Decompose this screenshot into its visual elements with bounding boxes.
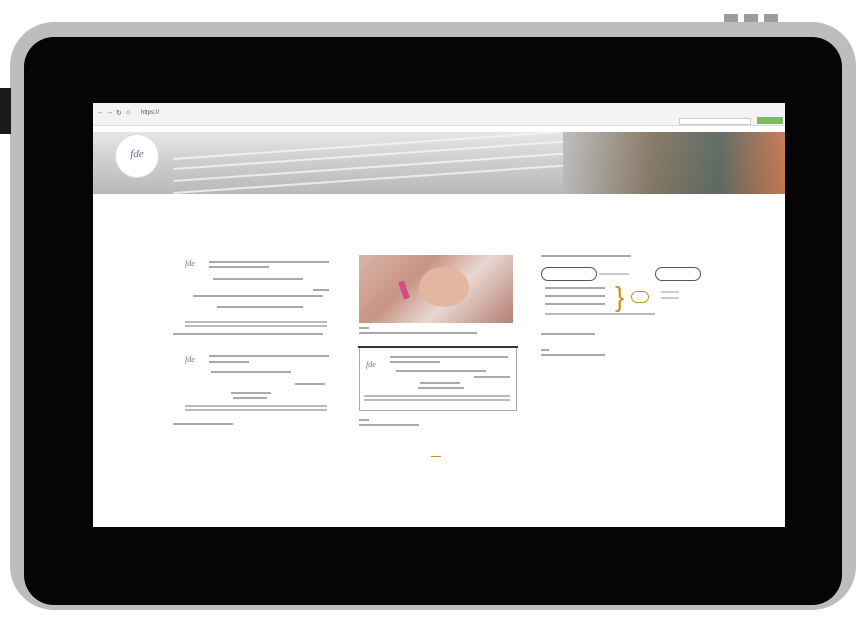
text-line <box>231 392 271 394</box>
article-logo: fde <box>185 355 195 364</box>
text-line <box>418 387 464 389</box>
article-logo: fde <box>185 259 195 268</box>
text-line <box>209 355 329 357</box>
article-photo[interactable] <box>359 255 513 323</box>
text-line <box>185 409 327 411</box>
site-logo[interactable]: fde <box>115 134 159 178</box>
text-line <box>390 361 440 363</box>
banner-photo <box>563 132 785 194</box>
text-line <box>193 295 323 297</box>
article-logo: fde <box>366 360 376 369</box>
text-line <box>359 419 369 421</box>
home-icon[interactable]: ⌂ <box>126 109 130 116</box>
text-line <box>359 332 477 334</box>
text-line <box>541 255 631 257</box>
diagram-node <box>655 267 701 281</box>
text-line <box>209 361 249 363</box>
diagram-figure[interactable]: } <box>541 255 701 325</box>
text-line <box>364 399 510 401</box>
text-line <box>209 261 329 263</box>
text-line <box>661 291 679 293</box>
diagram-connector <box>599 273 629 275</box>
diagram-brace: } <box>615 281 625 312</box>
text-line <box>185 325 327 327</box>
article-card: fde <box>358 346 518 411</box>
tablet-top-buttons <box>724 14 778 22</box>
text-line <box>545 303 605 305</box>
text-line <box>396 370 486 372</box>
tablet-screen: ← → ↻ ⌂ https:// fde fde fde fde} <box>93 103 785 527</box>
text-line <box>364 395 510 397</box>
text-line <box>545 313 655 315</box>
text-line <box>541 354 605 356</box>
text-line <box>209 266 269 268</box>
address-bar[interactable]: https:// <box>141 110 159 116</box>
search-button[interactable] <box>757 117 783 124</box>
text-line <box>185 321 327 323</box>
text-line <box>545 295 605 297</box>
text-line <box>173 423 233 425</box>
banner-stripe <box>173 164 573 194</box>
tablet-side-button <box>0 88 11 134</box>
diagram-node <box>541 267 597 281</box>
text-line <box>217 306 303 308</box>
text-line <box>233 397 267 399</box>
text-line <box>545 287 605 289</box>
text-line <box>211 371 291 373</box>
text-line <box>474 376 510 378</box>
reload-icon[interactable]: ↻ <box>116 109 122 117</box>
text-line <box>541 333 595 335</box>
text-line <box>390 356 508 358</box>
browser-toolbar: ← → ↻ ⌂ https:// <box>93 103 785 126</box>
tablet-button <box>744 14 758 22</box>
photo-pen <box>398 280 410 300</box>
header-banner: fde <box>93 132 785 194</box>
text-line <box>541 349 549 351</box>
text-line <box>185 405 327 407</box>
photo-subject <box>419 267 469 307</box>
diagram-node <box>631 291 649 303</box>
text-line <box>359 424 419 426</box>
search-input[interactable] <box>679 118 751 125</box>
text-line <box>295 383 325 385</box>
back-icon[interactable]: ← <box>97 109 104 116</box>
text-line <box>359 327 369 329</box>
text-line <box>420 382 460 384</box>
text-line <box>173 333 323 335</box>
tablet-button <box>724 14 738 22</box>
pagination-indicator <box>431 456 441 457</box>
text-line <box>313 289 329 291</box>
text-line <box>213 278 303 280</box>
tablet-button <box>764 14 778 22</box>
logo-text: fde <box>130 148 144 160</box>
text-line <box>661 297 679 299</box>
forward-icon[interactable]: → <box>106 109 113 116</box>
